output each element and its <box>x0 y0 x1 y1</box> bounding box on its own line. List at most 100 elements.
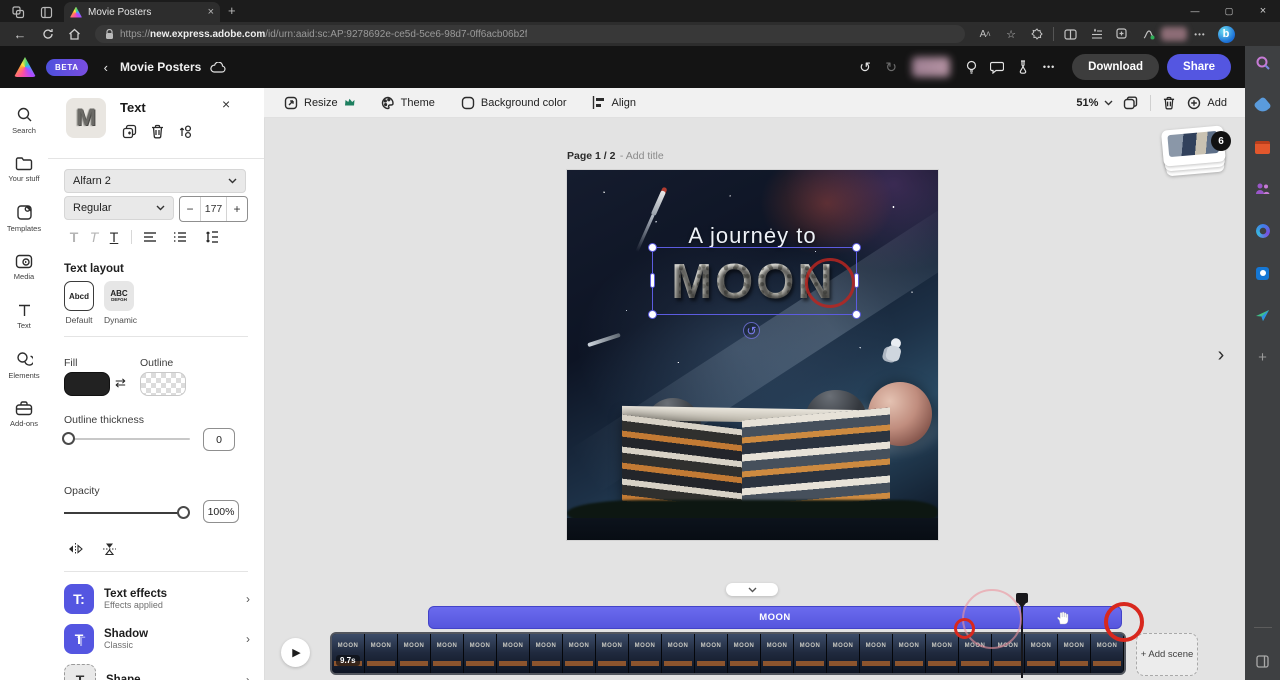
align-button[interactable]: Align <box>592 96 635 109</box>
sidebar-item-add-ons[interactable]: Add-ons <box>0 390 48 438</box>
underline-button[interactable]: T <box>104 229 124 245</box>
express-logo[interactable] <box>14 57 36 77</box>
duplicate-page-button[interactable] <box>1123 96 1138 110</box>
tab-actions-icon[interactable] <box>34 0 58 24</box>
play-button[interactable]: ▶ <box>281 638 310 667</box>
slider-knob[interactable] <box>62 432 75 445</box>
document-title[interactable]: Movie Posters <box>120 60 201 74</box>
filmstrip-frame[interactable]: MOON <box>893 634 926 673</box>
back-icon[interactable]: ← <box>8 22 32 46</box>
duplicate-icon[interactable] <box>118 120 140 142</box>
font-size-decrease-button[interactable]: − <box>180 197 201 221</box>
favorites-bar-icon[interactable] <box>1083 23 1109 45</box>
selection-handle-sw[interactable] <box>648 310 657 319</box>
shadow-item[interactable]: T Shadow Classic › <box>64 624 250 654</box>
download-button[interactable]: Download <box>1072 54 1159 80</box>
sidebar-shopping-icon[interactable] <box>1254 96 1272 114</box>
theme-button[interactable]: Theme <box>381 96 435 110</box>
profile-avatar[interactable] <box>1161 23 1187 45</box>
extension-icon[interactable] <box>1024 23 1050 45</box>
filmstrip-frame[interactable]: MOON <box>926 634 959 673</box>
sidebar-item-elements[interactable]: Elements <box>0 341 48 389</box>
bold-button[interactable]: T <box>64 229 84 245</box>
line-spacing-button[interactable] <box>201 226 223 248</box>
filmstrip-frame[interactable]: MOON <box>1025 634 1058 673</box>
selection-handle-ne[interactable] <box>852 243 861 252</box>
filmstrip-frame[interactable]: MOON <box>761 634 794 673</box>
collections-icon[interactable] <box>1109 23 1135 45</box>
filmstrip-frame[interactable]: MOON <box>794 634 827 673</box>
shape-item[interactable]: T Shape › <box>64 664 250 680</box>
add-scene-button[interactable]: + Add scene <box>1136 633 1198 676</box>
selection-handle-w[interactable] <box>650 273 655 288</box>
delete-page-button[interactable] <box>1163 96 1175 110</box>
filmstrip-frame[interactable]: MOON <box>530 634 563 673</box>
fill-color-swatch[interactable] <box>64 372 110 396</box>
sidebar-item-text[interactable]: Text <box>0 292 48 340</box>
align-text-button[interactable] <box>139 226 161 248</box>
poster-canvas[interactable]: A journey to MOON ↺ <box>567 170 938 540</box>
share-button[interactable]: Share <box>1167 54 1231 80</box>
sidebar-camera-icon[interactable] <box>1254 264 1272 282</box>
sidebar-item-templates[interactable]: Templates <box>0 194 48 242</box>
italic-button[interactable]: T <box>84 229 104 245</box>
outline-thickness-slider[interactable] <box>64 438 190 440</box>
filmstrip-frame[interactable]: MOON <box>332 634 365 673</box>
lightbulb-icon[interactable] <box>958 54 984 80</box>
zoom-control[interactable]: 51% <box>1076 97 1113 109</box>
more-menu-icon[interactable]: ••• <box>1187 23 1213 45</box>
sidebar-tools-icon[interactable] <box>1254 138 1272 156</box>
layout-dynamic-option[interactable]: ABC DEFGH Dynamic <box>104 281 137 325</box>
selection-handle-se[interactable] <box>852 310 861 319</box>
flip-vertical-icon[interactable] <box>98 538 120 560</box>
filmstrip-frame[interactable]: MOON <box>431 634 464 673</box>
filmstrip-frame[interactable]: MOON <box>860 634 893 673</box>
outline-color-swatch[interactable] <box>140 372 186 396</box>
url-bar[interactable]: https://new.express.adobe.com/id/urn:aai… <box>95 25 965 43</box>
poster-subtitle-text[interactable]: A journey to <box>567 223 938 249</box>
back-chevron[interactable]: ‹ <box>96 60 116 75</box>
layout-default-option[interactable]: Abcd Default <box>64 281 94 325</box>
sidebar-search-icon[interactable] <box>1254 54 1272 72</box>
header-more-icon[interactable]: ••• <box>1036 54 1062 80</box>
browser-essentials-icon[interactable] <box>1135 23 1161 45</box>
window-maximize-button[interactable]: ▢ <box>1212 0 1246 22</box>
filmstrip-frame[interactable]: MOON <box>563 634 596 673</box>
sidebar-add-icon[interactable]: + <box>1254 348 1272 366</box>
swap-colors-icon[interactable]: ⇄ <box>115 375 126 391</box>
new-tab-button[interactable]: + <box>228 4 236 17</box>
slider-knob[interactable] <box>177 506 190 519</box>
playhead-handle[interactable] <box>1016 593 1028 603</box>
beaker-icon[interactable] <box>1010 54 1036 80</box>
filmstrip-frame[interactable]: MOON <box>398 634 431 673</box>
split-screen-icon[interactable] <box>1057 23 1083 45</box>
window-minimize-button[interactable]: — <box>1178 0 1212 22</box>
page-title-placeholder[interactable]: - Add title <box>620 150 664 162</box>
reorder-icon[interactable] <box>174 120 196 142</box>
sidebar-item-media[interactable]: Media <box>0 243 48 291</box>
sidebar-item-your-stuff[interactable]: Your stuff <box>0 145 48 193</box>
comment-icon[interactable] <box>984 54 1010 80</box>
add-page-button[interactable]: Add <box>1187 96 1227 110</box>
sidebar-drop-icon[interactable] <box>1254 306 1272 324</box>
outline-thickness-value[interactable]: 0 <box>203 428 235 451</box>
filmstrip-frame[interactable]: MOON <box>827 634 860 673</box>
sidebar-copilot-icon[interactable] <box>1254 222 1272 240</box>
list-button[interactable] <box>169 226 191 248</box>
premium-badge[interactable] <box>912 57 950 77</box>
browser-tab[interactable]: Movie Posters × <box>64 2 220 22</box>
sidebar-people-icon[interactable] <box>1254 180 1272 198</box>
refresh-icon[interactable] <box>36 22 60 46</box>
redo-icon[interactable]: ↻ <box>878 54 904 80</box>
text-effects-item[interactable]: T: Text effects Effects applied › <box>64 584 250 614</box>
flip-horizontal-icon[interactable] <box>64 538 86 560</box>
font-family-select[interactable]: Alfarn 2 <box>64 169 246 193</box>
font-style-select[interactable]: Regular <box>64 196 174 220</box>
delete-icon[interactable] <box>146 120 168 142</box>
opacity-slider[interactable] <box>64 512 190 514</box>
filmstrip-frame[interactable]: MOON <box>728 634 761 673</box>
favorite-star-icon[interactable]: ☆ <box>998 23 1024 45</box>
font-size-value[interactable]: 177 <box>201 197 226 221</box>
filmstrip-frame[interactable]: MOON <box>662 634 695 673</box>
sidebar-panel-icon[interactable] <box>1254 652 1272 670</box>
